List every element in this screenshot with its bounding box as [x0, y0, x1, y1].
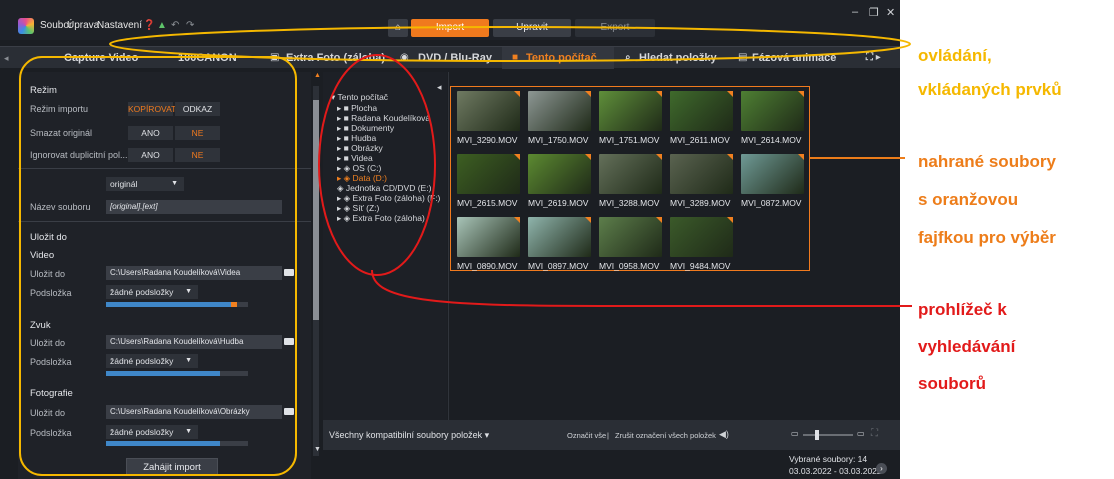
tree-pointer-line [371, 269, 912, 307]
controls-highlight-ellipse [109, 26, 911, 62]
annotation-files-line3: fajfkou pro výběr [918, 228, 1056, 247]
annotation-browser-line3: souborů [918, 374, 986, 393]
settings-highlight-frame [19, 56, 297, 476]
annotation-browser-line1: prohlížeč k [918, 300, 1007, 319]
annotation-files-line1: nahrané soubory [918, 152, 1056, 171]
annotation-browser-line2: vyhledávání [918, 337, 1016, 356]
annotation-files-line2: s oranžovou [918, 190, 1019, 209]
annotation-controls-line1: ovládání, [918, 46, 992, 65]
annotation-controls-line2: vkládaných prvků [918, 80, 1062, 99]
tree-highlight-ellipse [318, 54, 436, 276]
